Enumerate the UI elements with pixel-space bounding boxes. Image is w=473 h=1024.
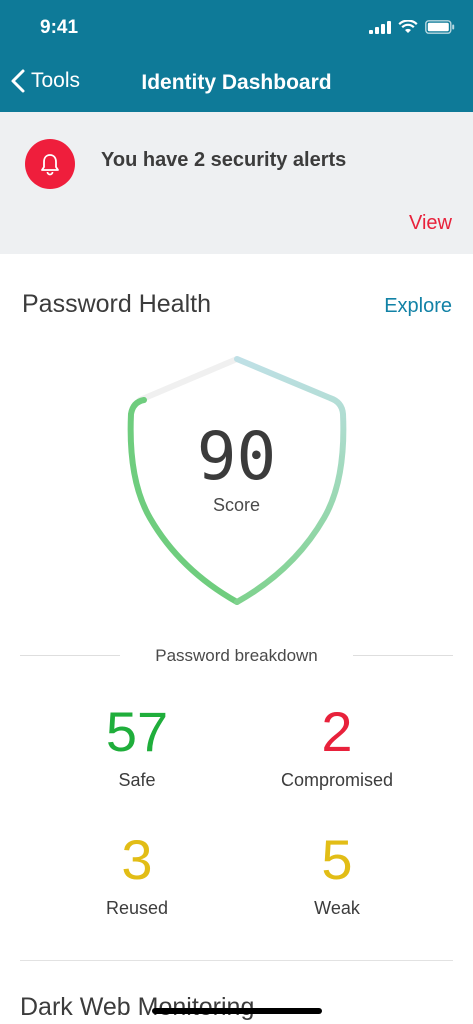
wifi-icon <box>398 20 418 33</box>
security-alert-banner <box>0 112 473 254</box>
section-divider <box>20 960 453 961</box>
divider-right <box>353 655 453 656</box>
bell-icon <box>25 139 75 189</box>
status-icons <box>369 20 455 34</box>
status-time: 9:41 <box>40 17 79 38</box>
breakdown-label: Password breakdown <box>155 646 318 665</box>
stat-reused[interactable]: 3 Reused <box>37 828 237 919</box>
password-score: 90 <box>196 418 277 495</box>
app-header: 9:41 Tools Identity Dashboard <box>0 0 473 112</box>
stat-label: Reused <box>105 898 169 918</box>
stat-value: 5 <box>321 828 353 891</box>
stat-value: 3 <box>121 828 153 891</box>
view-alerts-link[interactable]: View <box>409 212 452 235</box>
alert-message: You have 2 security alerts <box>101 149 347 171</box>
explore-link[interactable]: Explore <box>384 295 452 318</box>
stat-label: Weak <box>314 898 360 918</box>
battery-icon <box>425 20 455 34</box>
stat-label: Safe <box>118 770 156 790</box>
chevron-left-icon <box>11 69 25 93</box>
cellular-signal-icon <box>369 20 391 34</box>
back-button[interactable]: Tools <box>10 68 80 94</box>
stat-value: 57 <box>105 700 169 763</box>
home-indicator[interactable] <box>152 1008 322 1014</box>
stat-safe[interactable]: 57 Safe <box>37 700 237 791</box>
back-label: Tools <box>31 69 81 92</box>
stat-value: 2 <box>321 700 353 763</box>
stat-weak[interactable]: 5 Weak <box>237 828 437 919</box>
stat-label: Compromised <box>280 770 394 790</box>
password-health-title: Password Health <box>22 290 211 318</box>
score-label: Score <box>212 495 261 515</box>
stat-compromised[interactable]: 2 Compromised <box>237 700 437 791</box>
